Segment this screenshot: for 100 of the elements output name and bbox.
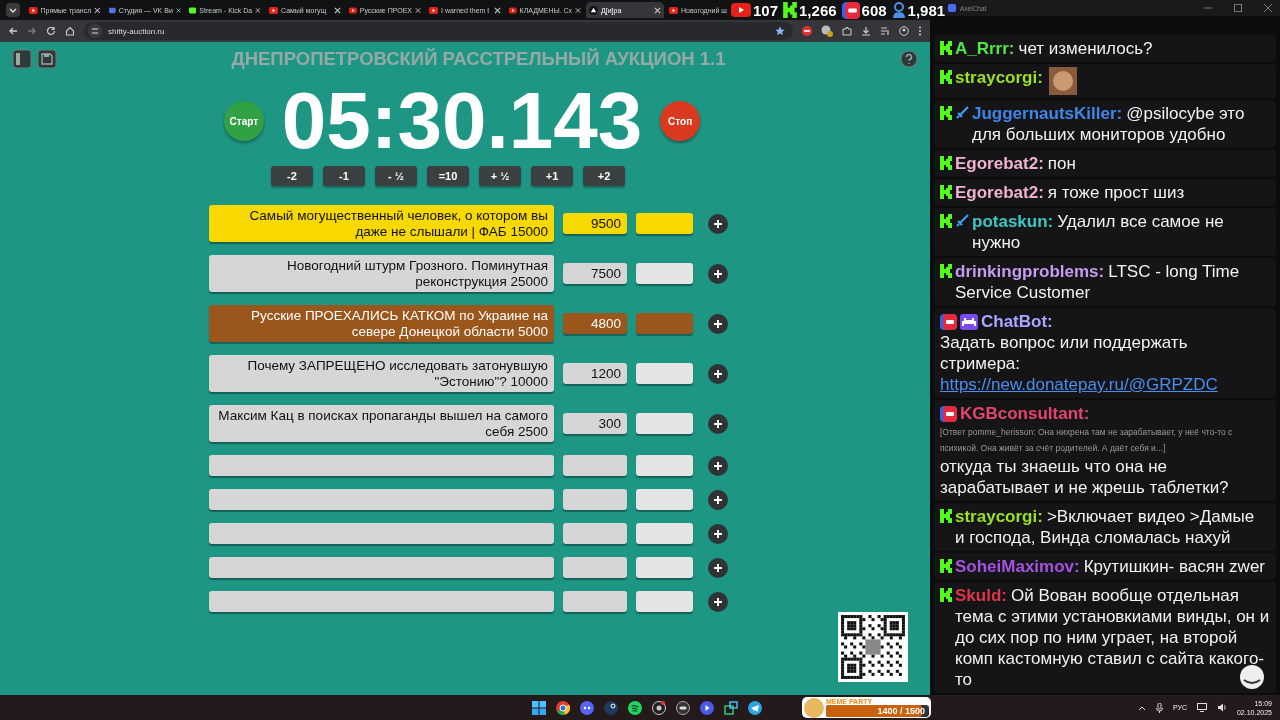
lot-amount-field[interactable]: 7500 [563,263,627,284]
bid-input-field[interactable] [636,557,693,578]
add-icon[interactable] [708,363,728,384]
monitor-icon[interactable] [1196,703,1207,712]
profile-icon[interactable] [899,26,909,36]
screen-app-icon[interactable] [724,700,738,715]
add-icon[interactable] [708,523,728,544]
music-app-icon[interactable] [628,700,642,715]
chevron-up-icon[interactable] [1137,704,1146,711]
bid-input-field[interactable] [636,455,693,476]
time-adjust-button[interactable]: -2 [271,166,313,186]
chat-app-icon[interactable] [580,700,594,715]
stop-button[interactable]: Стоп [660,101,701,142]
forward-icon[interactable] [27,26,37,36]
platform-icon [940,509,952,523]
favicon-icon [109,5,116,15]
time-adjust-button[interactable]: +2 [583,166,625,186]
lot-name-field[interactable]: Новогодний штурм Грозного. Поминутная реконструкция 25000 [209,255,554,292]
add-icon[interactable] [708,413,728,434]
back-icon[interactable] [8,26,18,36]
chat-author[interactable]: straycorgi: [955,67,1043,88]
platform-icon [940,70,952,84]
close-icon[interactable] [494,6,501,14]
site-settings-icon[interactable] [88,24,102,38]
message-text: drinkingproblems: LTSC - long Time Service Customer [955,261,1241,303]
lot-name-field[interactable] [209,523,554,544]
add-icon[interactable] [708,489,728,510]
lot-name-field[interactable]: Самый могущественный человек, о котором вы даже не слышали | ФАБ 15000 [209,205,554,242]
extension-icon[interactable] [802,26,812,36]
close-icon[interactable] [575,6,581,14]
lot-name-field[interactable] [209,489,554,510]
lot-amount-field[interactable]: 9500 [563,213,627,234]
message-link[interactable]: https://new.donatepay.ru/@GRPZDC [940,374,1268,395]
reload-icon[interactable] [46,26,56,36]
maximize-icon[interactable] [1234,4,1242,12]
lot-name-field[interactable] [209,557,554,578]
message-text: Skuld: Ой Вован вообще отдельная тема с этими установкиами винды, он и до сих пор по ним уграет, на второй комп кастомную ставил с сайта какого-то [955,585,1271,690]
play-icon [731,3,751,17]
add-icon[interactable] [708,557,728,578]
bid-input-field[interactable] [636,263,693,284]
bid-input-field[interactable] [636,523,693,544]
play-app-icon[interactable] [700,700,714,715]
favicon-icon [189,5,197,15]
chat-author[interactable]: ChatBot: [981,311,1053,332]
add-icon[interactable] [708,313,728,334]
lot-name-field[interactable]: Почему ЗАПРЕЩЕНО исследовать затонувшую "Эстонию"? 10000 [209,355,554,392]
home-icon[interactable] [65,26,75,36]
time-adjust-button[interactable]: =10 [427,166,469,186]
help-icon[interactable] [900,50,918,69]
lot-amount-field[interactable] [563,557,627,578]
time-adjust-button[interactable]: -1 [323,166,365,186]
close-icon[interactable] [175,6,181,14]
message-text: Задать вопрос или поддержать стримера: [940,332,1189,374]
bid-input-field[interactable] [636,363,693,384]
platform-icon [940,588,952,602]
time-adjust-button[interactable]: + ½ [479,166,521,186]
lot-amount-field[interactable] [563,523,627,544]
add-icon[interactable] [708,455,728,476]
add-icon[interactable] [708,213,728,234]
messenger-icon[interactable] [748,700,762,715]
speaker-icon[interactable] [1216,703,1227,712]
microphone-icon[interactable] [1155,702,1163,713]
time-adjust-button[interactable]: - ½ [375,166,417,186]
bid-input-field[interactable] [636,489,693,510]
bid-input-field[interactable] [636,413,693,434]
close-icon[interactable] [654,6,661,14]
bid-input-field[interactable] [636,213,693,234]
bid-input-field[interactable] [636,591,693,612]
lot-name-field[interactable] [209,455,554,476]
chat-author[interactable]: KGBconsultant: [960,403,1090,424]
lot-amount-field[interactable] [563,591,627,612]
lot-name-field[interactable]: Русские ПРОЕХАЛИСЬ КАТКОМ по Украине на севере Донецкой области 5000 [209,305,554,342]
menu-icon[interactable] [918,26,922,36]
save-icon[interactable] [37,49,57,70]
lot-amount-field[interactable]: 1200 [563,363,627,384]
download-icon[interactable] [861,26,871,36]
sidebar-icon[interactable] [12,49,32,70]
add-icon[interactable] [708,263,728,284]
close-icon[interactable] [255,6,261,14]
browser-icon[interactable] [556,700,570,715]
lot-amount-field[interactable]: 300 [563,413,627,434]
message-text: straycorgi: >Включает видео >Дамые и господа, Винда сломалась нахуй [955,506,1256,548]
tab-list-icon[interactable] [6,3,20,17]
lot-amount-field[interactable] [563,489,627,510]
bid-input-field[interactable] [636,313,693,334]
app-icon[interactable] [676,700,690,715]
lot-amount-field[interactable] [563,455,627,476]
close-icon[interactable] [94,6,101,14]
address-field[interactable]: shitty-auction.ru [84,22,793,40]
start-grid-icon[interactable] [532,700,546,715]
lot-amount-field[interactable]: 4800 [563,313,627,334]
close-icon[interactable] [415,6,421,14]
lot-name-field[interactable]: Максим Кац в поисках пропаганды вышел на самого себя 2500 [209,405,554,442]
record-app-icon[interactable] [652,700,666,715]
lot-name-field[interactable] [209,591,554,612]
time-adjust-button[interactable]: +1 [531,166,573,186]
add-icon[interactable] [708,591,728,612]
star-icon[interactable] [775,26,785,36]
close-icon[interactable] [334,6,341,14]
media-icon[interactable] [880,26,890,36]
